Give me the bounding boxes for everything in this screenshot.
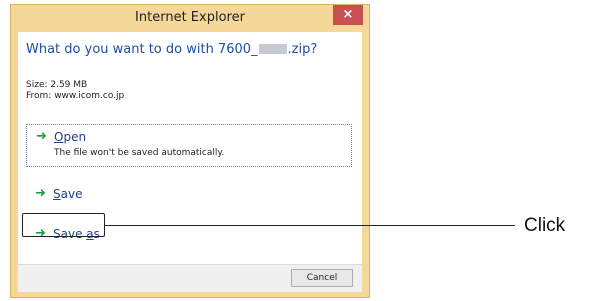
cancel-button[interactable]: Cancel [291,269,353,287]
window-title: Internet Explorer [135,10,245,25]
callout-label: Click [524,215,566,236]
question-prefix: What do you want to do with 7600_ [26,42,258,57]
open-label: Open [54,130,87,144]
close-button[interactable]: × [333,5,363,25]
save-label: Save [53,187,83,201]
dialog-footer: Cancel [18,264,362,292]
download-dialog: Internet Explorer × What do you want to … [10,4,370,298]
green-right-arrow-icon: ➜ [36,129,47,144]
callout-line [105,225,515,226]
save-as-highlight [22,213,105,237]
dialog-content: What do you want to do with 7600_ .zip? S… [18,32,362,292]
green-right-arrow-icon: ➜ [35,186,46,201]
redacted-version [258,44,287,54]
title-bar[interactable]: Internet Explorer × [11,5,369,31]
save-option[interactable]: ➜ Save [26,182,352,206]
download-question: What do you want to do with 7600_ .zip? [26,42,317,57]
file-source: From: www.icom.co.jp [26,91,125,101]
close-icon: × [342,7,354,22]
open-description: The file won't be saved automatically. [54,148,225,158]
open-option[interactable]: ➜ Open The file won't be saved automatic… [26,124,352,167]
question-suffix: .zip? [287,42,318,57]
file-size: Size: 2.59 MB [26,80,88,90]
